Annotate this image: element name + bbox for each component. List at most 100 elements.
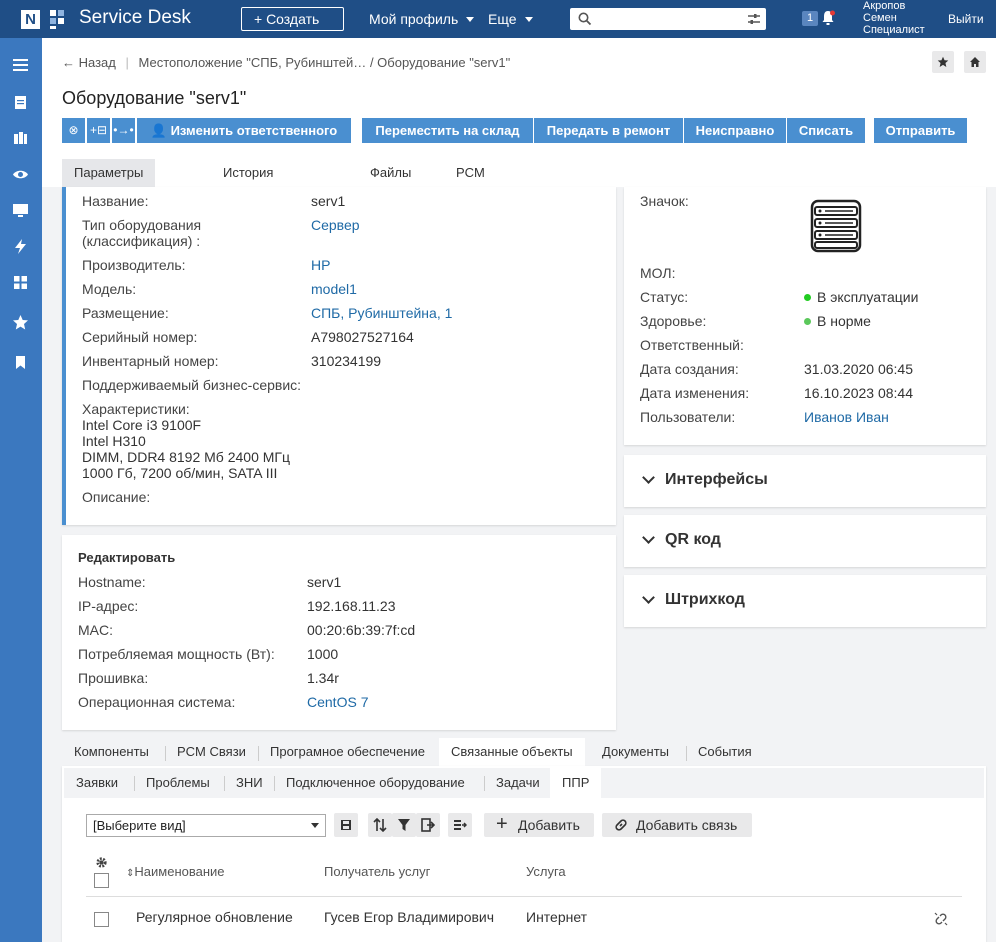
my-profile-menu[interactable]: Мой профиль <box>369 11 475 27</box>
filter-button[interactable] <box>392 813 416 837</box>
col-service-header[interactable]: Услуга <box>526 864 566 879</box>
filter-settings-icon[interactable] <box>747 12 761 26</box>
view-select[interactable]: [Выберите вид] <box>86 814 326 837</box>
more-label: Еще <box>488 11 517 27</box>
edit-title[interactable]: Редактировать <box>78 550 175 565</box>
col-name-header[interactable]: ⇕Наименование <box>126 864 225 879</box>
placement-link[interactable]: СПБ, Рубинштейна, 1 <box>311 305 452 321</box>
close-object-button[interactable]: ⊗ <box>62 118 85 143</box>
field-label: Здоровье: <box>640 313 707 329</box>
tab-linked-objects[interactable]: Связанные объекты <box>439 738 585 766</box>
page-title: Оборудование "serv1" <box>62 88 247 108</box>
chevron-down-icon <box>524 17 533 22</box>
qr-section[interactable]: QR код <box>624 515 986 567</box>
row-name[interactable]: Регулярное обновление <box>136 909 293 925</box>
related-tabs: Компоненты PCM Связи Програмное обеспече… <box>62 738 984 766</box>
favorite-button[interactable] <box>932 51 954 73</box>
row-checkbox[interactable] <box>94 912 109 927</box>
row-service-link[interactable]: Интернет <box>526 909 587 925</box>
interfaces-section[interactable]: Интерфейсы <box>624 455 986 507</box>
field-label: Модель: <box>82 281 137 297</box>
equipment-type-link[interactable]: Сервер <box>311 217 360 233</box>
user-link[interactable]: Иванов Иван <box>804 409 889 425</box>
brand-name[interactable]: Service Desk <box>79 7 191 29</box>
select-all-checkbox[interactable] <box>94 873 109 888</box>
field-value: 16.10.2023 08:44 <box>804 385 913 401</box>
unlink-icon[interactable] <box>934 912 948 926</box>
move-to-stock-button[interactable]: Переместить на склад <box>362 118 533 143</box>
tab-pcm[interactable]: PCM <box>444 159 497 187</box>
add-link-button[interactable]: Добавить связь <box>602 813 752 837</box>
monitor-icon[interactable] <box>12 202 29 219</box>
sidebar <box>0 38 42 942</box>
tab-events[interactable]: События <box>686 738 764 766</box>
back-link[interactable]: ← Назад <box>62 55 116 70</box>
gear-icon[interactable] <box>95 856 108 869</box>
menu-icon[interactable] <box>12 56 29 73</box>
os-link[interactable]: CentOS 7 <box>307 694 368 710</box>
document-icon[interactable] <box>12 94 29 111</box>
tab-components[interactable]: Компоненты <box>62 738 161 766</box>
catalog-icon[interactable] <box>12 130 29 147</box>
field-label: Серийный номер: <box>82 329 198 345</box>
tab-software[interactable]: Програмное обеспечение <box>258 738 437 766</box>
barcode-section[interactable]: Штрихкод <box>624 575 986 627</box>
tab-divider <box>686 746 687 761</box>
row-recipient-link[interactable]: Гусев Егор Владимирович <box>324 909 494 925</box>
tab-params[interactable]: Параметры объекта <box>62 159 156 208</box>
add-child-button[interactable]: +⊟ <box>87 118 110 143</box>
lightning-icon[interactable] <box>12 238 29 255</box>
link-button[interactable]: •→• <box>112 118 135 143</box>
tab-documents[interactable]: Документы <box>590 738 681 766</box>
filter-icon <box>398 819 410 831</box>
home-button[interactable] <box>964 51 986 73</box>
edit-card: Редактировать Hostname: serv1 IP-адрес: … <box>62 535 616 730</box>
logo-n[interactable]: N <box>21 10 40 29</box>
bell-icon[interactable] <box>821 10 835 26</box>
breadcrumb-location[interactable]: Местоположение "СПБ, Рубинштей… <box>139 55 367 70</box>
send-to-repair-button[interactable]: Передать в ремонт <box>534 118 683 143</box>
linked-subtabs: Заявки Проблемы ЗНИ Подключенное оборудо… <box>64 768 984 798</box>
subtab-tasks[interactable]: Задачи <box>484 768 552 798</box>
subtab-connected-equipment[interactable]: Подключенное оборудование <box>274 768 477 798</box>
subtab-ppr[interactable]: ППР <box>550 768 602 798</box>
search-input[interactable] <box>570 8 766 30</box>
model-link[interactable]: model1 <box>311 281 357 297</box>
manufacturer-link[interactable]: HP <box>311 257 330 273</box>
export-button[interactable] <box>416 813 440 837</box>
tab-divider <box>274 776 275 791</box>
field-label: Ответственный: <box>640 337 744 353</box>
grid-icon[interactable] <box>12 274 29 291</box>
faulty-button[interactable]: Неисправно <box>684 118 786 143</box>
star-icon[interactable] <box>12 314 29 331</box>
logout-link[interactable]: Выйти <box>948 12 984 26</box>
col-recipient-header[interactable]: Получатель услуг <box>324 864 430 879</box>
field-value: 192.168.11.23 <box>307 598 396 614</box>
tab-files[interactable]: Файлы (0) <box>358 159 423 208</box>
field-value: serv1 <box>311 193 346 209</box>
notification-count[interactable]: 1 <box>802 11 818 26</box>
tab-pcm-links[interactable]: PCM Связи <box>165 738 258 766</box>
subtab-changes[interactable]: ЗНИ <box>224 768 275 798</box>
logo-grid-icon <box>50 10 72 29</box>
subtab-problems[interactable]: Проблемы <box>134 768 222 798</box>
status-dot-icon <box>804 294 811 301</box>
tab-history[interactable]: История изменений <box>211 159 301 208</box>
subtab-requests[interactable]: Заявки <box>64 768 130 798</box>
back-label: Назад <box>78 55 116 70</box>
send-button[interactable]: Отправить <box>874 118 967 143</box>
columns-button[interactable] <box>448 813 472 837</box>
main-content: ← Назад | Местоположение "СПБ, Рубинштей… <box>42 38 996 942</box>
save-view-button[interactable] <box>334 813 358 837</box>
create-button[interactable]: + Создать <box>241 7 344 31</box>
eye-icon[interactable] <box>12 166 29 183</box>
more-menu[interactable]: Еще <box>488 11 533 27</box>
change-responsible-button[interactable]: 👤 Изменить ответственного <box>137 118 351 143</box>
add-button[interactable]: + Добавить <box>484 813 594 837</box>
bookmark-icon[interactable] <box>12 354 29 371</box>
field-label: Описание: <box>82 489 151 505</box>
user-info[interactable]: Акропов Семен Специалист <box>863 0 925 36</box>
sort-button[interactable] <box>368 813 392 837</box>
col-name-label: Наименование <box>134 864 225 879</box>
write-off-button[interactable]: Списать <box>787 118 865 143</box>
